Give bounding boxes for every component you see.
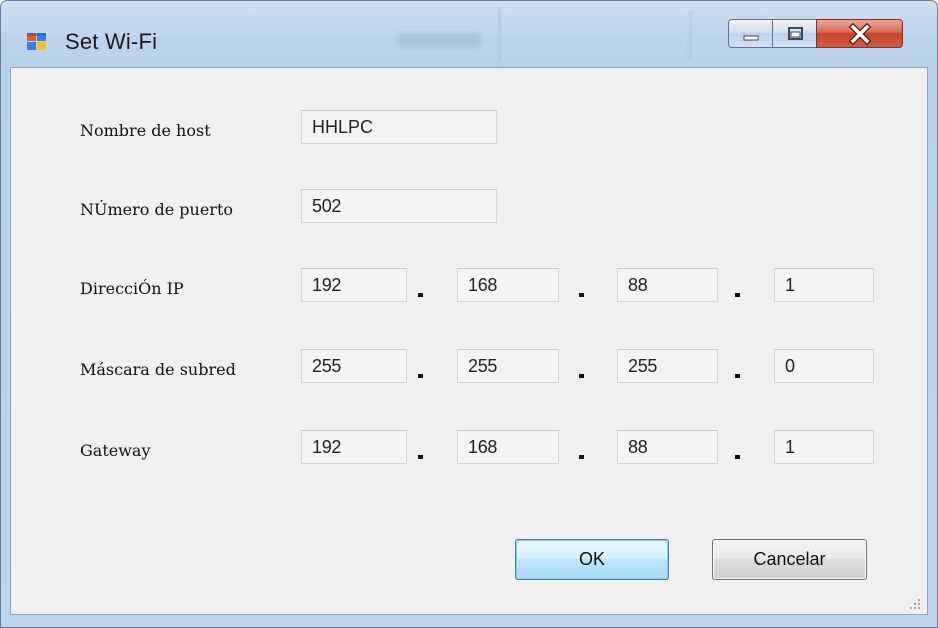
mask-octet-3-input[interactable]: 255 xyxy=(617,349,718,383)
window-title: Set Wi-Fi xyxy=(65,29,158,54)
resize-grip-icon[interactable] xyxy=(907,596,921,610)
ip-separator xyxy=(735,293,740,297)
title-bar-background xyxy=(498,7,501,63)
close-icon xyxy=(848,22,872,46)
title-bar-background xyxy=(689,11,692,59)
mask-octet-1-input[interactable]: 255 xyxy=(301,349,407,383)
gateway-octet-2-input[interactable]: 168 xyxy=(457,430,559,464)
maximize-button[interactable] xyxy=(772,19,817,48)
gateway-octet-4-input[interactable]: 1 xyxy=(774,430,874,464)
ip-separator xyxy=(579,293,584,297)
port-label: NÚmero de puerto xyxy=(80,200,234,219)
gateway-separator xyxy=(735,455,740,459)
ip-octet-2-input[interactable]: 168 xyxy=(457,268,559,302)
minimize-button[interactable] xyxy=(728,19,773,48)
ip-octet-3-input[interactable]: 88 xyxy=(617,268,718,302)
close-button[interactable] xyxy=(816,19,903,48)
title-bar[interactable]: Set Wi-Fi xyxy=(1,1,937,67)
mask-separator xyxy=(735,374,740,378)
cancel-button[interactable]: Cancelar xyxy=(712,539,867,580)
minimize-icon xyxy=(743,35,759,41)
mask-separator xyxy=(579,374,584,378)
ok-button[interactable]: OK xyxy=(515,539,669,580)
mask-separator xyxy=(418,374,423,378)
gateway-octet-3-input[interactable]: 88 xyxy=(617,430,718,464)
gateway-label: Gateway xyxy=(80,441,151,460)
caption-buttons xyxy=(728,19,918,49)
ip-octet-4-input[interactable]: 1 xyxy=(774,268,874,302)
app-window-icon xyxy=(27,33,46,50)
dialog-window: Set Wi-Fi Nombre de host HHLPC NÚmero de… xyxy=(0,0,938,628)
mask-octet-4-input[interactable]: 0 xyxy=(774,349,874,383)
gateway-separator xyxy=(579,455,584,459)
dialog-body: Nombre de host HHLPC NÚmero de puerto 50… xyxy=(10,67,928,615)
hostname-label: Nombre de host xyxy=(80,121,211,140)
ip-separator xyxy=(418,293,423,297)
maximize-icon xyxy=(788,27,803,40)
title-bar-background xyxy=(396,33,481,47)
gateway-octet-1-input[interactable]: 192 xyxy=(301,430,407,464)
mask-octet-2-input[interactable]: 255 xyxy=(457,349,559,383)
ip-label: DirecciÓn IP xyxy=(80,279,184,298)
gateway-separator xyxy=(418,455,423,459)
hostname-input[interactable]: HHLPC xyxy=(301,110,497,144)
ip-octet-1-input[interactable]: 192 xyxy=(301,268,407,302)
mask-label: Máscara de subred xyxy=(80,360,236,379)
port-input[interactable]: 502 xyxy=(301,189,497,223)
